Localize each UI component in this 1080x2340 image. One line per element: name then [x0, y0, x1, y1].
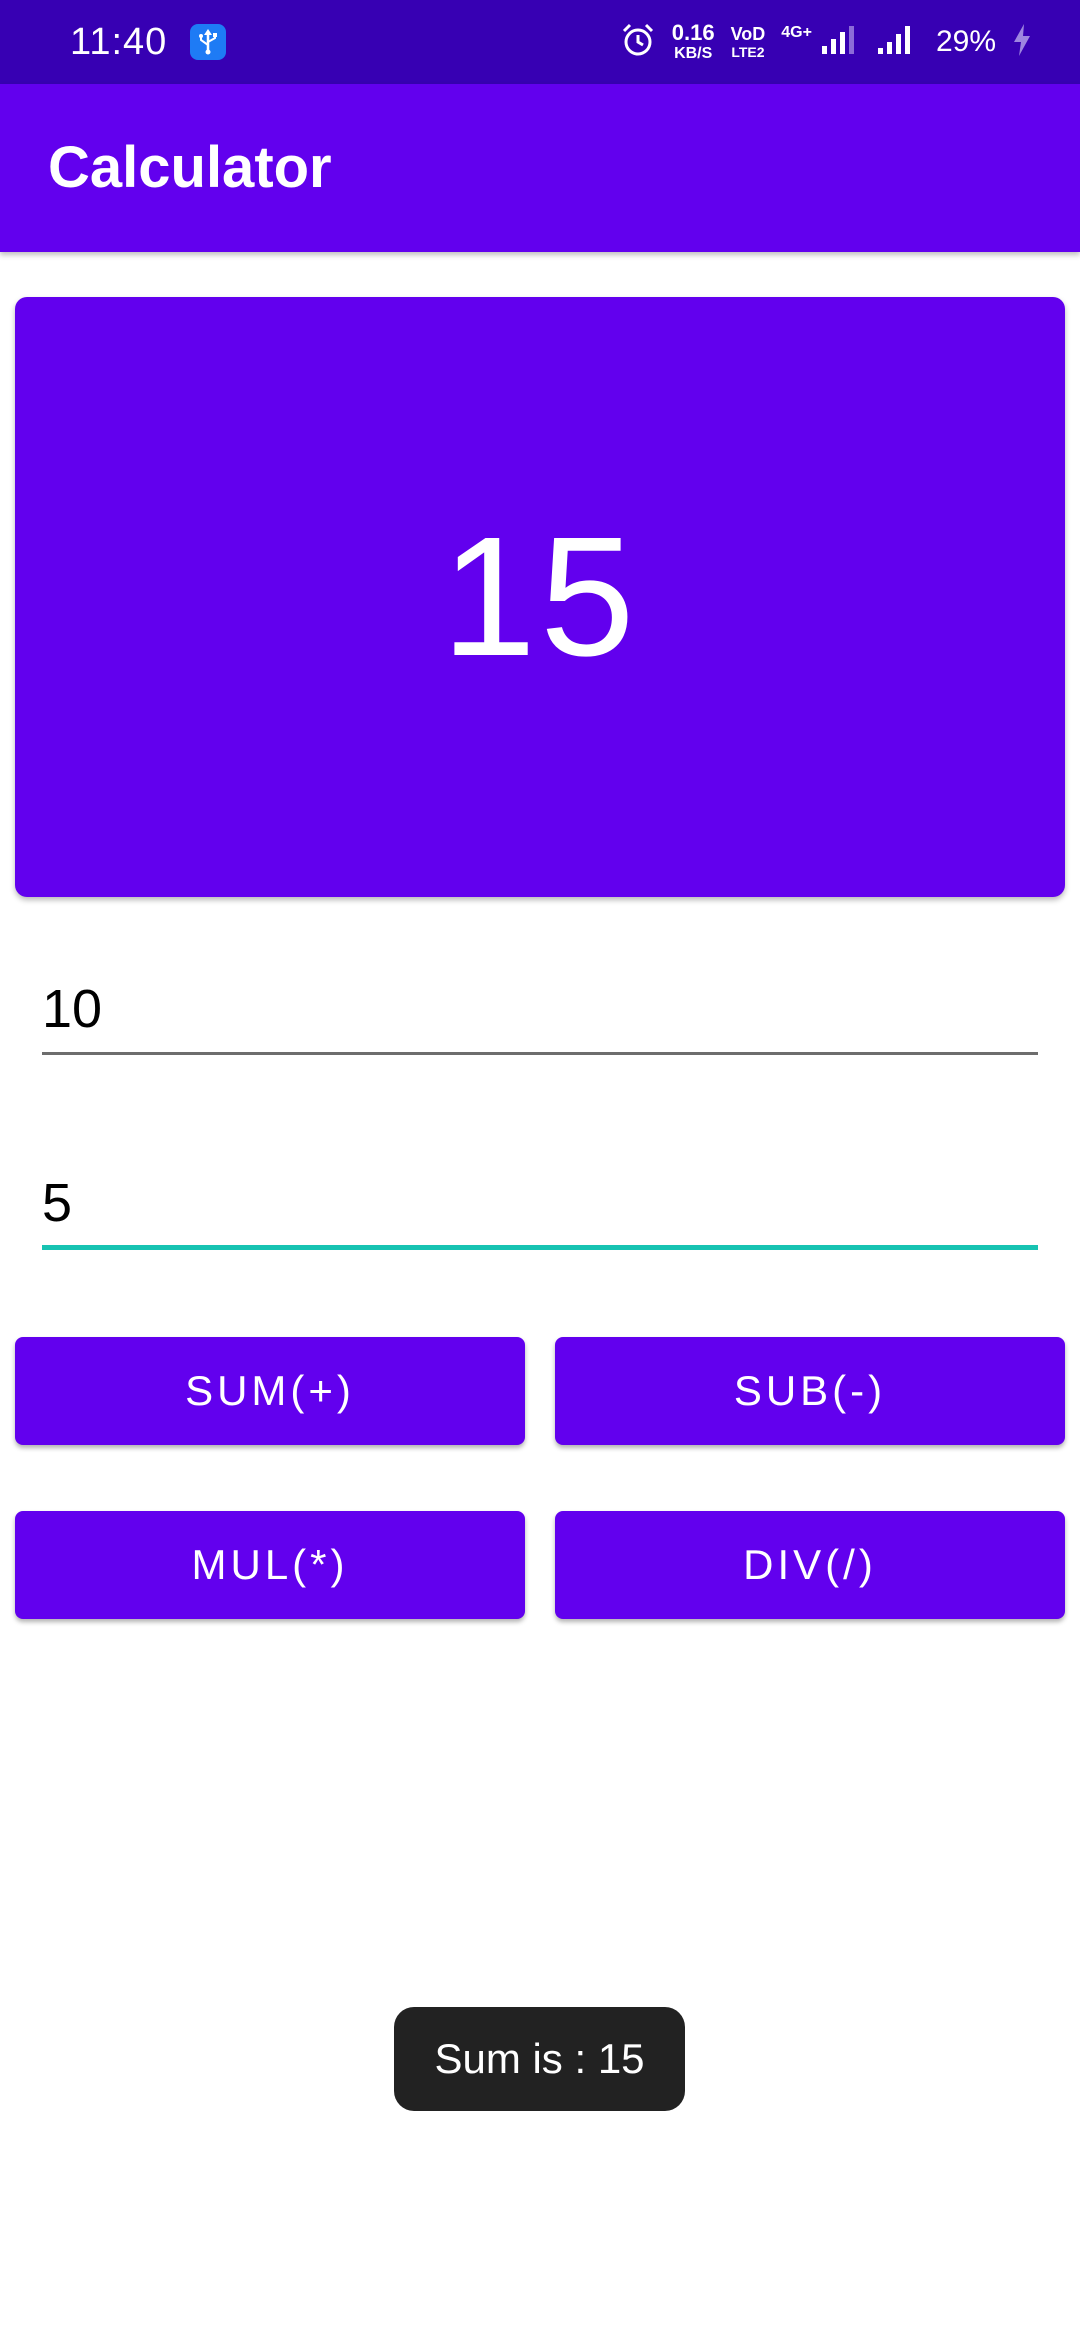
alarm-icon — [620, 22, 656, 63]
status-icons: 0.16 KB/S VoD LTE2 4G+ 29% — [620, 0, 1032, 84]
app-bar: Calculator — [0, 84, 1080, 252]
second-number-input[interactable] — [42, 1160, 1038, 1245]
sub-button[interactable]: SUB(-) — [555, 1337, 1065, 1445]
charging-icon — [1012, 23, 1032, 62]
sum-button[interactable]: SUM(+) — [15, 1337, 525, 1445]
toast-message: Sum is : 15 — [394, 2007, 685, 2111]
result-card: 15 — [15, 297, 1065, 897]
usb-icon — [190, 24, 226, 60]
battery-percent: 29% — [935, 25, 996, 58]
first-number-input[interactable] — [42, 965, 1038, 1052]
div-button[interactable]: DIV(/) — [555, 1511, 1065, 1619]
app-title: Calculator — [48, 135, 332, 200]
status-time: 11:40 — [70, 21, 168, 63]
network-speed-unit: KB/S — [674, 45, 713, 62]
volte-indicator: VoD LTE2 — [731, 25, 766, 59]
status-bar: 11:40 0.16 KB/S VoD LTE2 4G+ 29% — [0, 0, 1080, 84]
network-speed: 0.16 KB/S — [672, 22, 715, 62]
volte-top: VoD — [730, 24, 766, 44]
signal-icon-sim2 — [876, 24, 920, 61]
first-number-field — [42, 965, 1038, 1055]
signal-icon-sim1 — [820, 24, 860, 61]
volte-bottom: LTE2 — [731, 44, 765, 60]
result-value: 15 — [441, 502, 639, 692]
second-number-field — [42, 1160, 1038, 1250]
mul-button[interactable]: MUL(*) — [15, 1511, 525, 1619]
network-speed-value: 0.16 — [671, 20, 715, 45]
network-type: 4G+ — [781, 24, 812, 41]
